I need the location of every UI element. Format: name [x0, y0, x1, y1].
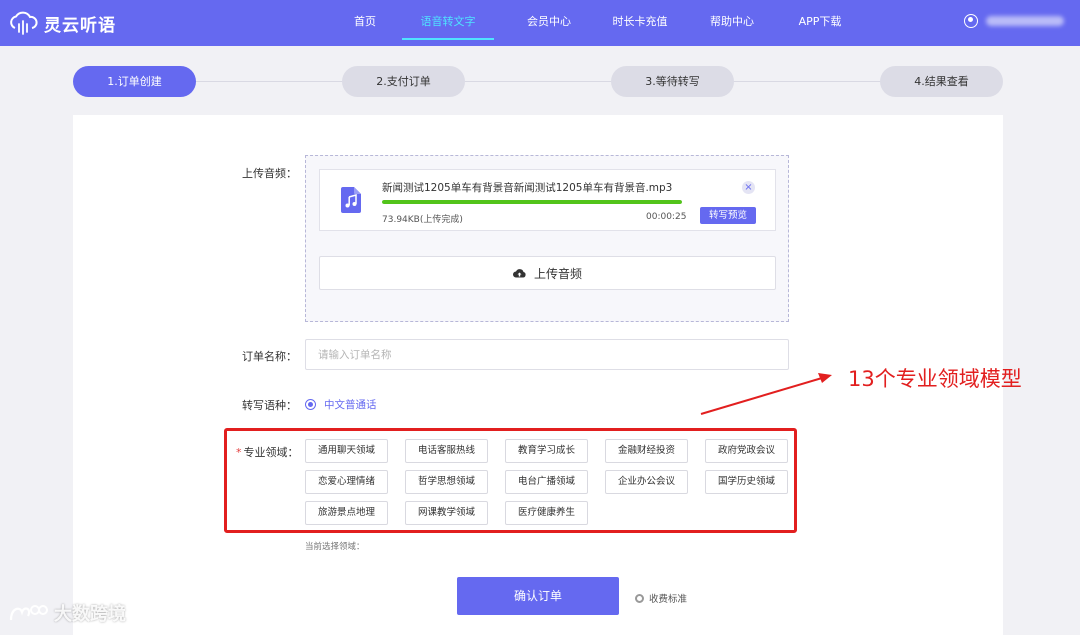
upload-progress-fill: [382, 200, 682, 204]
step-wait-transcribe: 3.等待转写: [611, 66, 734, 97]
nav-help-center[interactable]: 帮助中心: [694, 0, 770, 46]
domain-tag-philosophy[interactable]: 哲学思想领域: [405, 470, 488, 494]
transcribe-preview-button[interactable]: 转写预览: [700, 207, 756, 224]
file-size-status: 73.94KB(上传完成): [382, 215, 463, 225]
file-duration: 00:00:25: [646, 212, 687, 222]
watermark: 大数跨境: [8, 600, 126, 626]
watermark-text: 大数跨境: [54, 604, 126, 625]
confirm-order-button[interactable]: 确认订单: [457, 577, 619, 615]
radio-selected-icon: [305, 399, 316, 410]
nav-home[interactable]: 首页: [330, 0, 400, 46]
domain-tag-psychology[interactable]: 恋爱心理情绪: [305, 470, 388, 494]
domain-tag-customer-service[interactable]: 电话客服热线: [405, 439, 488, 463]
domain-tag-online-course[interactable]: 网课教学领域: [405, 501, 488, 525]
order-steps: 1.订单创建 2.支付订单 3.等待转写 4.结果查看: [73, 66, 1003, 97]
step-pay-order: 2.支付订单: [342, 66, 465, 97]
domain-tag-finance[interactable]: 金融财经投资: [605, 439, 688, 463]
fee-standard-link[interactable]: 收费标准: [635, 591, 687, 605]
fee-standard-label: 收费标准: [649, 594, 688, 605]
nav-member-center[interactable]: 会员中心: [512, 0, 586, 46]
upload-progress-bar: [382, 200, 682, 204]
cloud-upload-icon: [512, 269, 526, 278]
nav-recharge[interactable]: 时长卡充值: [598, 0, 682, 46]
music-file-icon: [341, 187, 361, 213]
domain-tag-general-chat[interactable]: 通用聊天领域: [305, 439, 388, 463]
top-nav-bar: 灵云听语 首页 语音转文字 会员中心 时长卡充值 帮助中心 APP下载: [0, 0, 1080, 46]
remove-file-close-icon[interactable]: ×: [742, 181, 755, 194]
fee-info-icon: [635, 593, 644, 603]
current-selection-text: 当前选择领域：: [305, 542, 365, 552]
uploaded-file-card: 新闻测试1205单车有背景音新闻测试1205单车有背景音.mp3 73.94KB…: [319, 169, 776, 231]
main-nav: 首页 语音转文字 会员中心 时长卡充值 帮助中心 APP下载: [330, 0, 858, 46]
cloud-sound-logo-icon: [10, 11, 38, 35]
watermark-logo-icon: [9, 605, 48, 621]
nav-app-download[interactable]: APP下载: [782, 0, 858, 46]
user-menu[interactable]: [964, 14, 1064, 28]
upload-drop-zone[interactable]: 新闻测试1205单车有背景音新闻测试1205单车有背景音.mp3 73.94KB…: [305, 155, 789, 322]
upload-audio-label: 上传音频：: [242, 167, 297, 180]
domain-tag-radio[interactable]: 电台广播领域: [505, 470, 588, 494]
step-create-order: 1.订单创建: [73, 66, 196, 97]
brand-logo[interactable]: 灵云听语: [8, 9, 116, 37]
steps-connector: [133, 81, 943, 82]
upload-audio-button-label: 上传音频: [533, 266, 582, 281]
order-name-input[interactable]: [305, 339, 789, 370]
domain-tag-medical[interactable]: 医疗健康养生: [505, 501, 588, 525]
language-label: 转写语种：: [242, 399, 297, 412]
user-icon: [964, 14, 978, 28]
domain-tag-government[interactable]: 政府党政会议: [705, 439, 788, 463]
upload-audio-button[interactable]: 上传音频: [319, 256, 776, 290]
language-option-label: 中文普通话: [324, 399, 377, 411]
order-name-label: 订单名称：: [242, 350, 297, 363]
annotation-text: 13个专业领域模型: [848, 367, 1022, 391]
username-redacted: [986, 16, 1064, 26]
file-name: 新闻测试1205单车有背景音新闻测试1205单车有背景音.mp3: [382, 182, 673, 194]
domain-tag-travel[interactable]: 旅游景点地理: [305, 501, 388, 525]
language-radio-mandarin[interactable]: 中文普通话: [305, 397, 377, 412]
domain-tag-education[interactable]: 教育学习成长: [505, 439, 588, 463]
brand-name: 灵云听语: [44, 15, 116, 36]
domain-tag-history[interactable]: 国学历史领域: [705, 470, 788, 494]
step-view-result: 4.结果查看: [880, 66, 1003, 97]
domain-tag-office-meeting[interactable]: 企业办公会议: [605, 470, 688, 494]
nav-speech-to-text[interactable]: 语音转文字: [402, 0, 494, 46]
